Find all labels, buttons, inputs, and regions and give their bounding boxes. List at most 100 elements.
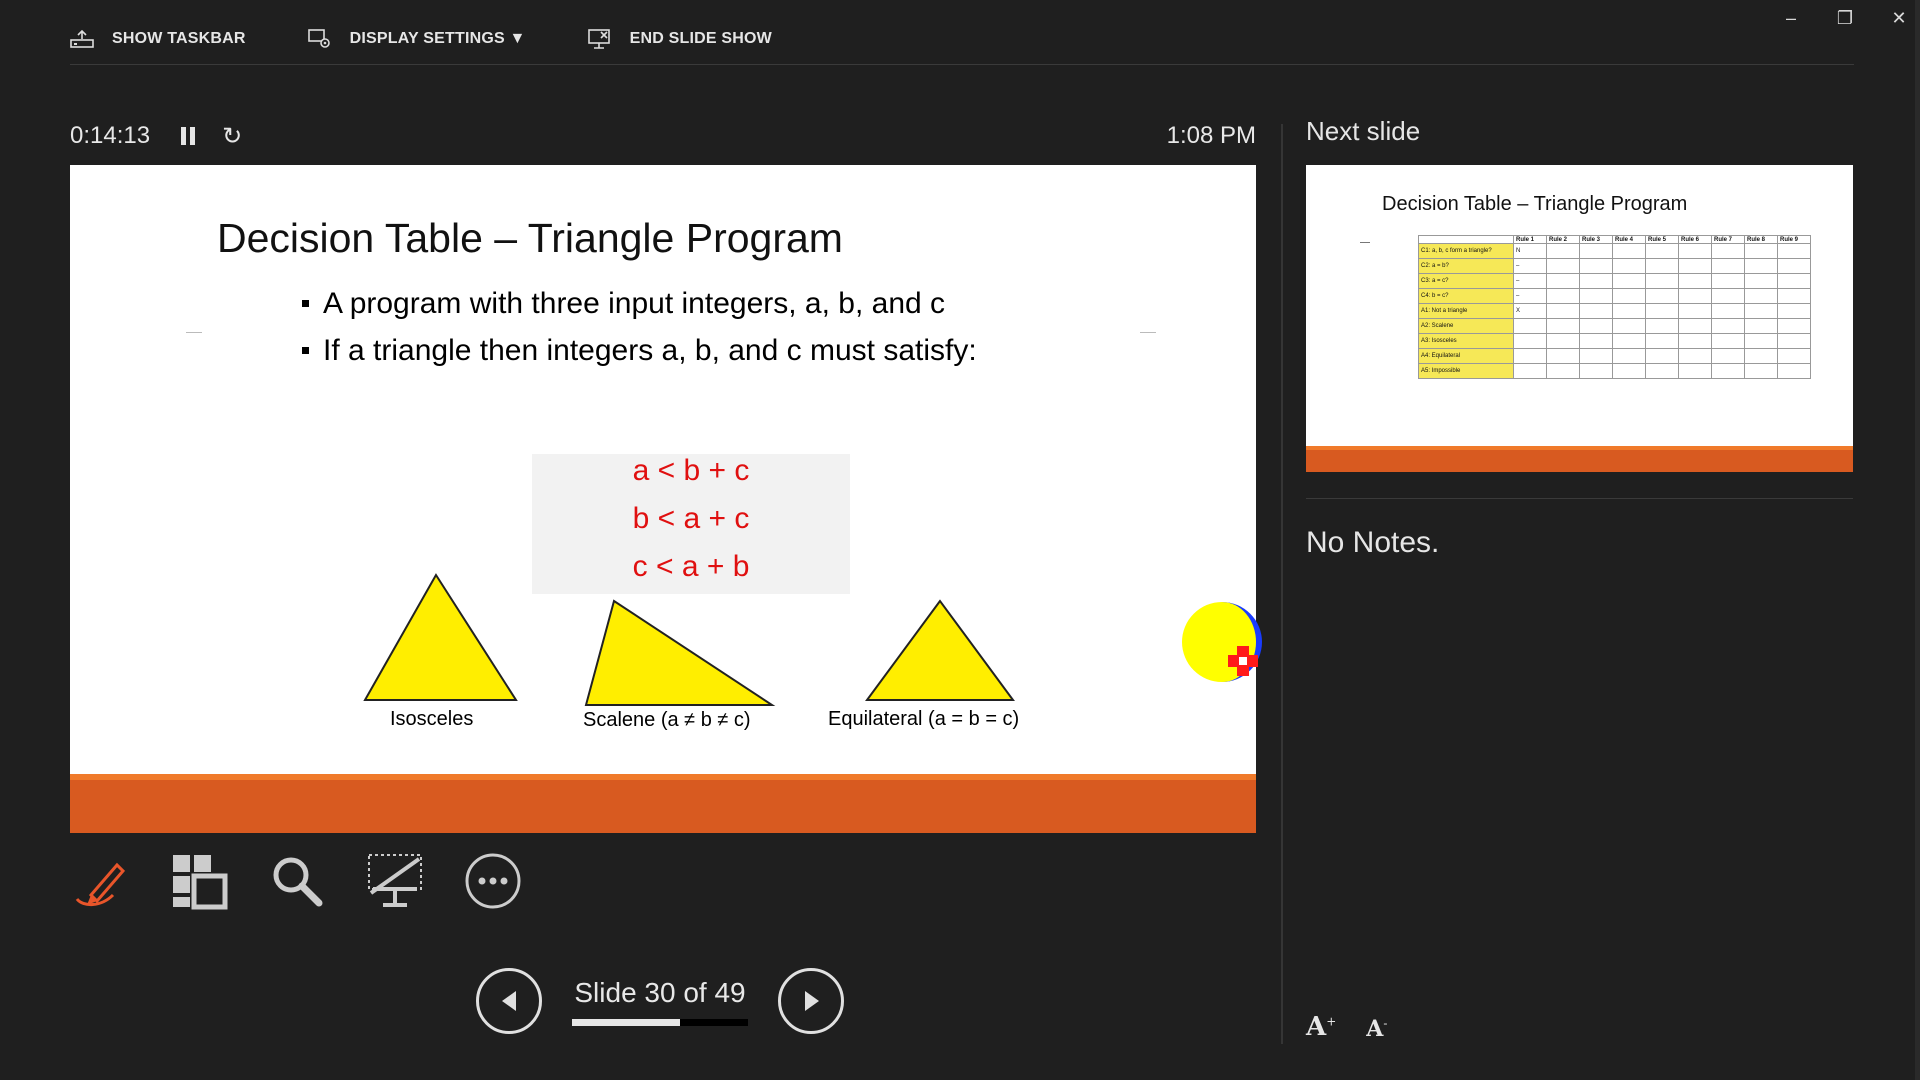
table-cell <box>1678 243 1712 259</box>
table-cell <box>1546 348 1580 364</box>
table-cell <box>1678 363 1712 379</box>
table-cell <box>1711 348 1745 364</box>
table-cell <box>1579 258 1613 274</box>
more-options-button[interactable] <box>462 850 524 912</box>
mouse-cursor-icon <box>1228 646 1258 676</box>
table-cell <box>1612 288 1646 304</box>
presenter-toolbar: SHOW TASKBAR DISPLAY SETTINGS ▼ END SLID… <box>70 14 1854 65</box>
reset-timer-icon[interactable]: ↻ <box>222 122 242 151</box>
isosceles-triangle <box>363 573 518 701</box>
table-cell <box>1513 348 1547 364</box>
black-screen-button[interactable] <box>364 850 426 912</box>
table-cell <box>1579 318 1613 334</box>
table-cell <box>1513 363 1547 379</box>
table-cell: – <box>1513 273 1547 289</box>
current-time: 1:08 PM <box>1166 122 1256 149</box>
table-cell <box>1678 273 1712 289</box>
display-settings-label: DISPLAY SETTINGS ▼ <box>349 30 526 47</box>
table-cell <box>1546 363 1580 379</box>
slide-progress-bar <box>572 1018 748 1026</box>
table-cell <box>1612 348 1646 364</box>
minimize-button[interactable]: – <box>1780 8 1802 29</box>
table-row-label: C3: a = c? <box>1418 273 1514 289</box>
table-row: C3: a = c? – <box>1418 273 1811 289</box>
table-header-cell: Rule 4 <box>1612 235 1646 244</box>
see-all-slides-button[interactable] <box>168 850 230 912</box>
display-settings-icon <box>307 29 330 48</box>
table-row: A4: Equilateral <box>1418 348 1811 364</box>
table-cell <box>1777 333 1811 349</box>
close-button[interactable]: ✕ <box>1888 8 1910 29</box>
table-cell <box>1744 288 1778 304</box>
table-row: A5: Impossible <box>1418 363 1811 379</box>
table-cell <box>1711 363 1745 379</box>
decrease-font-button[interactable]: A- <box>1366 1016 1387 1042</box>
decrease-font-label: A <box>1366 1016 1384 1042</box>
table-row: C1: a, b, c form a triangle? N <box>1418 243 1811 259</box>
table-cell <box>1612 258 1646 274</box>
next-slide-button[interactable] <box>778 968 844 1034</box>
pen-tool-button[interactable] <box>70 850 132 912</box>
window-scrollbar[interactable] <box>1915 0 1920 1080</box>
table-row-label: C4: b = c? <box>1418 288 1514 304</box>
table-row-label: C1: a, b, c form a triangle? <box>1418 243 1514 259</box>
table-header-cell: Rule 7 <box>1711 235 1745 244</box>
slide-counter[interactable]: Slide 30 of 49 <box>572 977 748 1026</box>
table-cell <box>1546 273 1580 289</box>
table-cell <box>1546 318 1580 334</box>
slide-footer-bar <box>70 774 1256 833</box>
pause-icon[interactable] <box>180 127 196 145</box>
table-cell <box>1777 318 1811 334</box>
table-cell <box>1612 318 1646 334</box>
table-header-cell: Rule 2 <box>1546 235 1580 244</box>
table-cell <box>1546 303 1580 319</box>
restore-button[interactable]: ❐ <box>1834 8 1856 29</box>
table-cell <box>1612 303 1646 319</box>
next-slide-title: Decision Table – Triangle Program <box>1382 193 1688 215</box>
end-slide-show-button[interactable]: END SLIDE SHOW <box>587 28 772 50</box>
table-cell: – <box>1513 288 1547 304</box>
table-cell <box>1777 303 1811 319</box>
table-cell <box>1645 243 1679 259</box>
table-header-cell: Rule 5 <box>1645 235 1679 244</box>
table-cell <box>1711 273 1745 289</box>
current-slide[interactable]: Decision Table – Triangle Program A prog… <box>70 165 1256 833</box>
speaker-notes: No Notes. <box>1306 526 1440 559</box>
elapsed-timer: 0:14:13 <box>70 122 151 149</box>
table-cell <box>1612 243 1646 259</box>
show-taskbar-button[interactable]: SHOW TASKBAR <box>70 29 246 49</box>
end-show-icon <box>587 29 610 49</box>
triangle-label: Isosceles <box>390 708 474 730</box>
table-header-cell: Rule 3 <box>1579 235 1613 244</box>
display-settings-button[interactable]: DISPLAY SETTINGS ▼ <box>307 28 526 50</box>
show-taskbar-label: SHOW TASKBAR <box>112 30 246 47</box>
table-cell <box>1612 273 1646 289</box>
table-cell: – <box>1513 258 1547 274</box>
presenter-tools <box>70 850 524 912</box>
table-cell <box>1777 243 1811 259</box>
table-cell <box>1579 348 1613 364</box>
table-cell <box>1645 273 1679 289</box>
triangle-left-icon <box>502 991 516 1011</box>
table-cell <box>1612 333 1646 349</box>
table-cell <box>1711 243 1745 259</box>
table-cell <box>1711 318 1745 334</box>
pane-divider[interactable] <box>1281 124 1283 1044</box>
increase-font-label: A <box>1306 1012 1327 1042</box>
increase-font-button[interactable]: A+ <box>1306 1012 1336 1042</box>
slide-navigation: Slide 30 of 49 <box>476 968 844 1034</box>
zoom-button[interactable] <box>266 850 328 912</box>
table-cell <box>1513 333 1547 349</box>
table-cell <box>1645 363 1679 379</box>
table-header-cell: Rule 8 <box>1744 235 1778 244</box>
table-row-label: A5: Impossible <box>1418 363 1514 379</box>
end-slide-show-label: END SLIDE SHOW <box>629 30 772 47</box>
next-slide-preview[interactable]: Decision Table – Triangle Program Rule 1… <box>1306 165 1853 472</box>
window-controls: – ❐ ✕ <box>1780 8 1910 29</box>
table-cell <box>1645 333 1679 349</box>
timer-row: 0:14:13 ↻ 1:08 PM <box>70 116 1256 156</box>
table-cell <box>1711 288 1745 304</box>
previous-slide-button[interactable] <box>476 968 542 1034</box>
table-cell <box>1579 288 1613 304</box>
triangle-right-icon <box>805 991 819 1011</box>
